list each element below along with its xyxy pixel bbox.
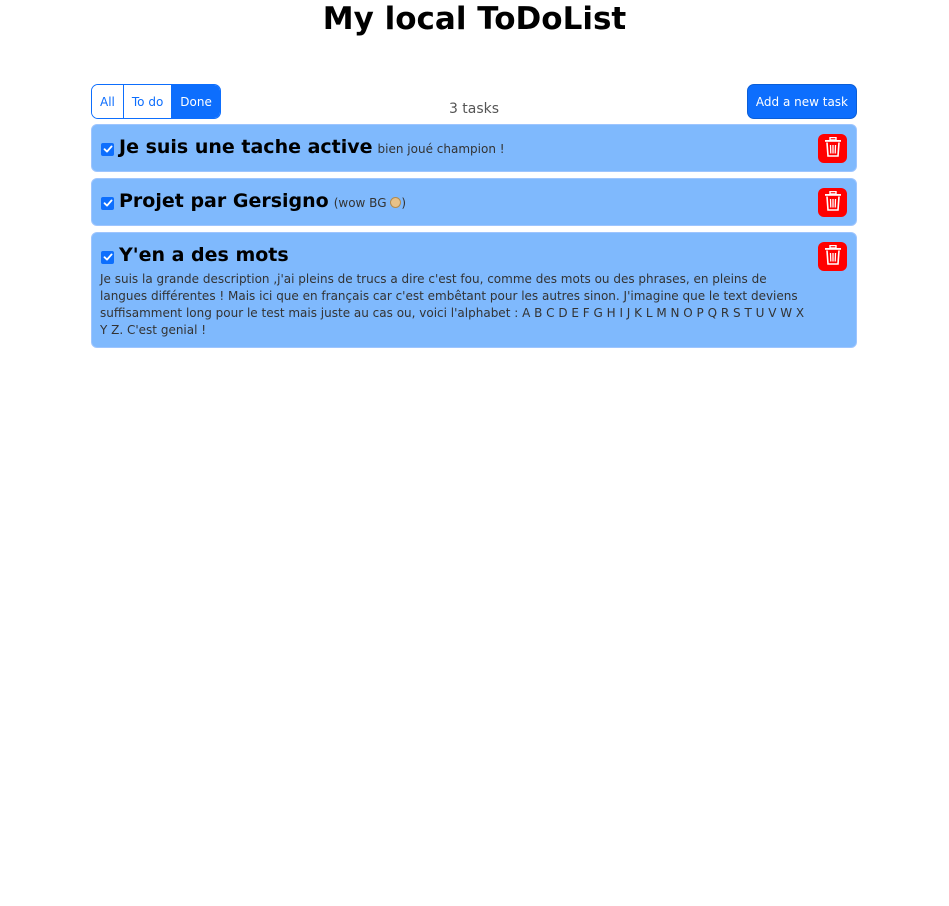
- task-list: Je suis une tache active bien joué champ…: [91, 124, 857, 354]
- task-title: Y'en a des mots: [119, 244, 289, 266]
- task-description: Je suis la grande description ,j'ai plei…: [100, 272, 805, 337]
- todo-app: My local ToDoList All To do Done 3 tasks…: [0, 0, 949, 906]
- task-item: Je suis une tache active bien joué champ…: [91, 124, 857, 172]
- checked-checkbox-icon[interactable]: [101, 142, 114, 156]
- delete-task-button[interactable]: [818, 188, 847, 217]
- task-title: Projet par Gersigno: [119, 190, 329, 212]
- task-description: bien joué champion !: [377, 142, 505, 156]
- task-title: Je suis une tache active: [119, 136, 373, 158]
- checked-checkbox-icon[interactable]: [101, 250, 114, 264]
- task-item: Y'en a des mots Je suis la grande descri…: [91, 232, 857, 348]
- task-description-suffix: ): [401, 196, 407, 210]
- trash-icon: [824, 244, 842, 268]
- task-description: (wow BG ): [334, 196, 406, 210]
- page-title: My local ToDoList: [322, 1, 627, 37]
- filter-done-button[interactable]: Done: [172, 85, 220, 118]
- trash-icon: [824, 136, 842, 160]
- toolbar: All To do Done 3 tasks Add a new task: [91, 84, 857, 119]
- grimacing-face-icon: [390, 197, 402, 208]
- filter-all-button[interactable]: All: [92, 85, 124, 118]
- delete-task-button[interactable]: [818, 134, 847, 163]
- task-header: Je suis une tache active bien joué champ…: [100, 133, 806, 161]
- task-description-prefix: (wow BG: [333, 196, 391, 210]
- delete-task-button[interactable]: [818, 242, 847, 271]
- add-task-button[interactable]: Add a new task: [746, 84, 857, 119]
- filter-group: All To do Done: [91, 84, 221, 119]
- task-header: Projet par Gersigno (wow BG ): [100, 187, 806, 215]
- task-item: Projet par Gersigno (wow BG ): [91, 178, 857, 226]
- checked-checkbox-icon[interactable]: [101, 196, 114, 210]
- filter-todo-button[interactable]: To do: [123, 85, 173, 118]
- task-header: Y'en a des mots: [100, 241, 806, 269]
- trash-icon: [824, 190, 842, 214]
